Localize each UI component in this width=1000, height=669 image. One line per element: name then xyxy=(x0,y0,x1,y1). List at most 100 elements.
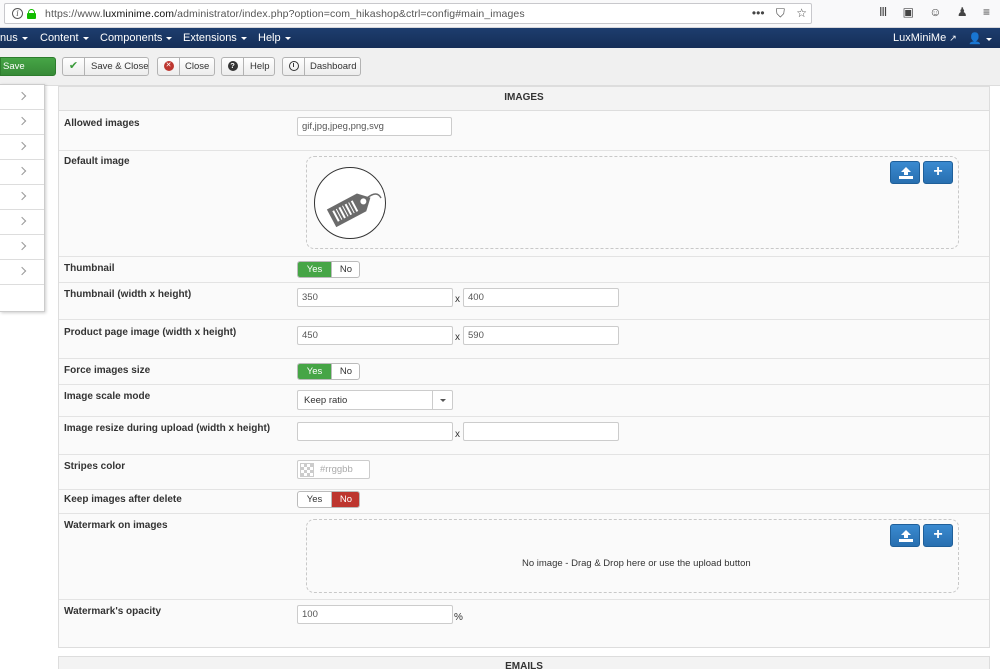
chevron-right-icon xyxy=(17,141,27,151)
watermark-opacity-input[interactable]: 100 xyxy=(297,605,453,624)
resize-upload-width-input[interactable] xyxy=(297,422,453,441)
product-page-size-label: Product page image (width x height) xyxy=(64,327,237,338)
watermark-dropzone[interactable]: + No image - Drag & Drop here or use the… xyxy=(306,519,959,593)
dashboard-button[interactable]: Dashboard xyxy=(282,57,361,76)
caret-down-icon xyxy=(985,37,992,41)
url-bar[interactable]: i https://www.luxminime.com/administrato… xyxy=(4,3,812,24)
side-menu-item[interactable] xyxy=(0,110,44,135)
times-separator: x xyxy=(455,429,460,440)
watermark-label: Watermark on images xyxy=(64,520,168,531)
action-toolbar: Save ✔ Save & Close ✕ Close ? Help Dashb… xyxy=(0,48,1000,86)
times-separator: x xyxy=(455,332,460,343)
watermark-drop-message: No image - Drag & Drop here or use the u… xyxy=(522,558,751,569)
more-icon[interactable]: ••• xyxy=(752,6,765,20)
force-size-toggle: Yes No xyxy=(297,363,360,380)
dashboard-icon xyxy=(288,61,299,72)
caret-down-icon xyxy=(82,36,89,40)
thumbnail-yes-button[interactable]: Yes xyxy=(298,262,331,277)
product-page-width-input[interactable]: 450 xyxy=(297,326,453,345)
thumbnail-toggle: Yes No xyxy=(297,261,360,278)
side-menu-item[interactable] xyxy=(0,135,44,160)
bookmark-star-icon[interactable]: ☆ xyxy=(796,6,807,20)
chevron-right-icon xyxy=(17,91,27,101)
caret-down-icon xyxy=(21,36,28,40)
pocket-icon[interactable]: ⛉ xyxy=(776,6,785,20)
side-menu-item[interactable] xyxy=(0,85,44,110)
extension-icon[interactable]: ♟ xyxy=(957,5,968,19)
product-page-height-input[interactable]: 590 xyxy=(463,326,619,345)
user-icon: 👤 xyxy=(968,33,982,45)
nav-menus[interactable]: nus xyxy=(0,32,28,44)
color-picker-icon[interactable] xyxy=(300,463,314,477)
account-icon[interactable]: ☺ xyxy=(929,5,941,19)
percent-unit: % xyxy=(454,612,463,623)
url-actions: ••• ⛉ ☆ xyxy=(744,6,807,21)
nav-help[interactable]: Help xyxy=(258,32,291,44)
caret-down-icon xyxy=(284,36,291,40)
emails-panel-header: EMAILS xyxy=(58,656,990,669)
panel-title: IMAGES xyxy=(59,87,989,111)
chevron-right-icon xyxy=(17,166,27,176)
allowed-images-label: Allowed images xyxy=(64,118,140,129)
default-image-dropzone[interactable]: + xyxy=(306,156,959,249)
lock-icon[interactable] xyxy=(27,9,36,19)
check-icon: ✔ xyxy=(68,60,79,72)
price-tag-icon xyxy=(326,193,382,228)
allowed-images-input[interactable]: gif,jpg,jpeg,png,svg xyxy=(297,117,452,136)
keep-after-delete-yes-button[interactable]: Yes xyxy=(298,492,331,507)
force-size-yes-button[interactable]: Yes xyxy=(298,364,331,379)
side-menu-item[interactable] xyxy=(0,260,44,285)
times-separator: x xyxy=(455,294,460,305)
info-icon[interactable]: i xyxy=(12,8,23,19)
chevron-right-icon xyxy=(17,191,27,201)
force-size-label: Force images size xyxy=(64,365,151,376)
chevron-down-icon xyxy=(432,391,452,409)
force-size-no-button[interactable]: No xyxy=(332,364,359,379)
nav-extensions[interactable]: Extensions xyxy=(183,32,247,44)
thumbnail-size-label: Thumbnail (width x height) xyxy=(64,289,192,300)
help-icon: ? xyxy=(227,61,238,72)
thumbnail-height-input[interactable]: 400 xyxy=(463,288,619,307)
default-image-label: Default image xyxy=(64,156,130,167)
plus-icon: + xyxy=(933,163,943,180)
scale-mode-label: Image scale mode xyxy=(64,391,151,402)
stripes-color-label: Stripes color xyxy=(64,461,126,472)
chevron-right-icon xyxy=(17,241,27,251)
browser-icons: Ⅲ ▣ ☺ ♟ ≡ xyxy=(867,5,990,19)
library-icon[interactable]: Ⅲ xyxy=(879,5,887,19)
close-button[interactable]: ✕ Close xyxy=(157,57,215,76)
caret-down-icon xyxy=(240,36,247,40)
chevron-right-icon xyxy=(17,216,27,226)
save-close-button[interactable]: ✔ Save & Close xyxy=(62,57,149,76)
default-image-upload-button[interactable] xyxy=(890,161,920,184)
external-link-icon: ↗ xyxy=(949,33,957,43)
side-menu-item[interactable] xyxy=(0,235,44,260)
resize-upload-height-input[interactable] xyxy=(463,422,619,441)
watermark-upload-button[interactable] xyxy=(890,524,920,547)
thumbnail-width-input[interactable]: 350 xyxy=(297,288,453,307)
url-text[interactable]: https://www.luxminime.com/administrator/… xyxy=(45,8,525,20)
save-button[interactable]: Save xyxy=(0,57,56,76)
watermark-opacity-label: Watermark's opacity xyxy=(64,606,162,617)
thumbnail-label: Thumbnail xyxy=(64,263,115,274)
side-menu-item[interactable] xyxy=(0,160,44,185)
watermark-add-button[interactable]: + xyxy=(923,524,953,547)
chevron-right-icon xyxy=(17,266,27,276)
user-menu[interactable]: 👤 xyxy=(968,32,992,45)
default-image-add-button[interactable]: + xyxy=(923,161,953,184)
keep-after-delete-no-button[interactable]: No xyxy=(332,492,359,507)
resize-upload-label: Image resize during upload (width x heig… xyxy=(64,423,271,434)
side-menu xyxy=(0,84,45,312)
help-button[interactable]: ? Help xyxy=(221,57,275,76)
nav-content[interactable]: Content xyxy=(40,32,89,44)
scale-mode-select[interactable]: Keep ratio xyxy=(297,390,453,410)
nav-components[interactable]: Components xyxy=(100,32,173,44)
side-menu-item[interactable] xyxy=(0,210,44,235)
sidebar-icon[interactable]: ▣ xyxy=(903,5,914,19)
close-icon: ✕ xyxy=(163,61,174,72)
menu-icon[interactable]: ≡ xyxy=(983,5,990,19)
thumbnail-no-button[interactable]: No xyxy=(332,262,359,277)
chevron-right-icon xyxy=(17,116,27,126)
side-menu-item[interactable] xyxy=(0,185,44,210)
site-link[interactable]: LuxMiniMe ↗ xyxy=(893,32,957,44)
